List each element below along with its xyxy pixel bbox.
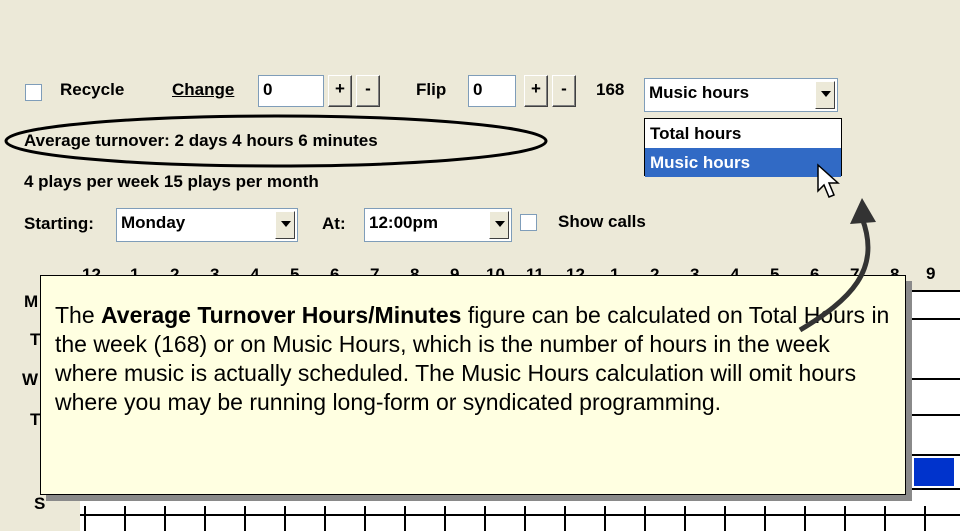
grid-col [364,506,366,531]
change-label: Change [172,80,235,99]
grid-col [244,506,246,531]
scheduled-block[interactable] [914,458,954,486]
hour-header: 9 [926,264,936,283]
grid-col [484,506,486,531]
flip-plus-button[interactable]: + [524,75,548,107]
callout-arrow [798,198,876,333]
starting-select[interactable]: Monday [116,208,298,242]
average-turnover-text: Average turnover: 2 days 4 hours 6 minut… [24,131,378,150]
starting-select-value: Monday [121,213,186,232]
starting-label: Starting: [24,214,94,233]
grid-col [324,506,326,531]
hours-dropdown-list: Total hours Music hours [644,118,842,177]
show-calls-label: Show calls [558,212,646,231]
grid-col [604,506,606,531]
change-plus-button[interactable]: + [328,75,352,107]
grid-col [84,506,86,531]
callout-text: The Average Turnover Hours/Minutes figur… [55,301,893,417]
flip-input[interactable]: 0 [468,75,516,107]
grid-col [764,506,766,531]
at-select[interactable]: 12:00pm [364,208,512,242]
grid-col [564,506,566,531]
at-label: At: [322,214,346,233]
help-callout: The Average Turnover Hours/Minutes figur… [40,275,906,495]
grid-col [644,506,646,531]
grid-col [164,506,166,531]
option-total-hours[interactable]: Total hours [645,119,841,148]
grid-col [844,506,846,531]
callout-text-pre: The [55,302,102,328]
grid-col [884,506,886,531]
chevron-down-icon[interactable] [489,211,509,239]
chevron-down-icon[interactable] [275,211,295,239]
grid-col [524,506,526,531]
callout-text-bold: Average Turnover Hours/Minutes [101,302,462,328]
day-label: M [24,292,39,311]
show-calls-checkbox[interactable] [520,214,537,231]
flip-minus-button[interactable]: - [552,75,576,107]
change-minus-button[interactable]: - [356,75,380,107]
at-select-value: 12:00pm [369,213,438,232]
grid-col [444,506,446,531]
hours-count: 168 [596,80,625,99]
grid-col [124,506,126,531]
grid-col [724,506,726,531]
grid-col [684,506,686,531]
chevron-down-icon[interactable] [815,81,835,109]
day-label: T [30,410,41,429]
flip-label: Flip [416,80,447,99]
recycle-checkbox[interactable] [25,84,42,101]
grid-col [924,506,926,531]
grid-col [204,506,206,531]
hours-select-value: Music hours [649,83,750,102]
grid-col [804,506,806,531]
grid-columns [80,506,960,531]
recycle-label: Recycle [60,80,125,99]
day-label: S [34,494,46,513]
change-input[interactable]: 0 [258,75,324,107]
grid-col [284,506,286,531]
day-label: T [30,330,41,349]
day-label: W [22,370,39,389]
grid-col [404,506,406,531]
plays-per-text: 4 plays per week 15 plays per month [24,172,319,191]
option-music-hours[interactable]: Music hours [645,148,841,177]
hours-select[interactable]: Music hours [644,78,838,112]
